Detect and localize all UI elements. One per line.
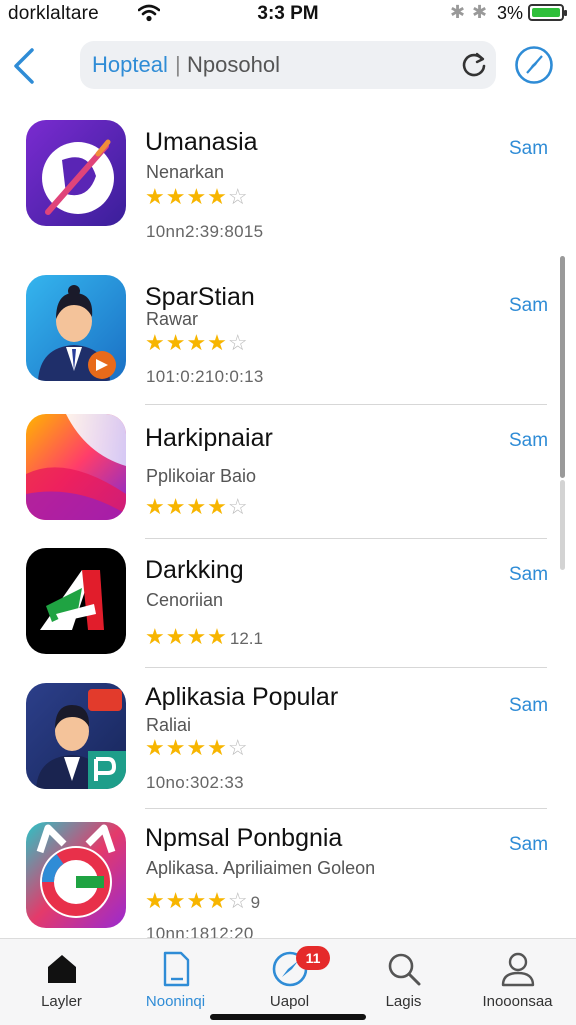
app-name: Harkipnaiar [145, 424, 273, 452]
search-query-secondary: Nposohol [187, 52, 280, 77]
battery-icon [528, 4, 567, 21]
search-input[interactable]: Hopteal | Nposohol [80, 41, 496, 89]
star-rating: ★★★★ 12.1 [145, 624, 263, 649]
refresh-icon[interactable] [460, 51, 488, 79]
back-button[interactable] [6, 44, 46, 88]
chevron-left-icon [14, 48, 34, 84]
get-button[interactable]: Sam [509, 695, 548, 717]
app-subtitle: Cenoriian [146, 590, 224, 610]
star-rating: ★★★★☆ [145, 330, 249, 355]
app-subtitle: Aplikasa. Apriliaimen Goleon [146, 858, 376, 878]
app-subtitle: Rawar [146, 309, 199, 329]
app-name: SparStian [145, 283, 255, 311]
app-meta: 10nn2:39:8015 [146, 222, 264, 241]
tab-bar: Layler Nooninqi Uapol Lagis Inooonsaa [0, 938, 576, 1025]
tab-profile[interactable]: Inooonsaa [460, 939, 575, 1025]
tab-label: Inooonsaa [482, 993, 553, 1010]
star-rating: ★★★★☆ [145, 735, 249, 760]
tab-label: Uapol [269, 993, 310, 1010]
get-button[interactable]: Sam [509, 138, 548, 160]
app-icon-darkking [26, 548, 126, 654]
tab-label: Layler [41, 993, 82, 1010]
bluetooth-icon: ✱ [450, 2, 466, 22]
star-rating: ★★★★☆ [145, 494, 249, 519]
search-separator: | [175, 52, 181, 77]
scrollbar-track[interactable] [560, 480, 565, 570]
notification-badge: 11 [296, 946, 330, 970]
app-icon-npmsal-ponbgnia [26, 822, 126, 928]
divider [145, 538, 547, 539]
search-query-primary: Hopteal [92, 52, 168, 77]
app-subtitle: Pplikoiar Baio [146, 466, 257, 486]
app-icon-aplikasia-popular [26, 683, 126, 789]
person-icon [501, 952, 535, 987]
divider [145, 667, 547, 668]
battery-percent: 3% [497, 3, 524, 23]
tab-search[interactable]: Lagis [346, 939, 461, 1025]
get-button[interactable]: Sam [509, 834, 548, 856]
home-icon [48, 955, 76, 983]
app-name: Darkking [145, 556, 244, 584]
compass-icon[interactable] [514, 45, 554, 85]
tab-label: Lagis [385, 993, 422, 1010]
star-rating: ★★★★☆ [145, 184, 249, 209]
search-icon [388, 953, 421, 986]
app-icon-umanasia [26, 120, 126, 226]
get-button[interactable]: Sam [509, 295, 548, 317]
app-name: Aplikasia Popular [145, 683, 339, 711]
tab-home[interactable]: Layler [4, 939, 119, 1025]
get-button[interactable]: Sam [509, 564, 548, 586]
tab-label: Nooninqi [145, 993, 206, 1010]
tab-documents[interactable]: Nooninqi [118, 939, 233, 1025]
home-indicator[interactable] [210, 1014, 366, 1020]
divider [145, 808, 547, 809]
app-icon-harkipnaiar [26, 414, 126, 520]
get-button[interactable]: Sam [509, 430, 548, 452]
app-name: Npmsal Ponbgnia [145, 824, 343, 852]
app-meta: 10no:302:33 [146, 773, 244, 792]
star-rating: ★★★★☆ 9 [145, 888, 261, 913]
app-subtitle: Raliai [146, 715, 192, 735]
status-bar: dorklaltare 3:3 PM ✱ ✱ 3% [0, 0, 576, 30]
app-icon-sparstian [26, 275, 126, 381]
document-icon [163, 951, 190, 987]
scrollbar-thumb[interactable] [560, 256, 565, 478]
bluetooth-icon: ✱ [472, 2, 488, 22]
divider [145, 404, 547, 405]
status-time: 3:3 PM [257, 3, 319, 24]
app-name: Umanasia [145, 128, 258, 156]
tab-explore[interactable]: Uapol [232, 939, 347, 1025]
app-meta: 101:0:210:0:13 [146, 367, 264, 386]
app-subtitle: Nenarkan [146, 162, 225, 182]
